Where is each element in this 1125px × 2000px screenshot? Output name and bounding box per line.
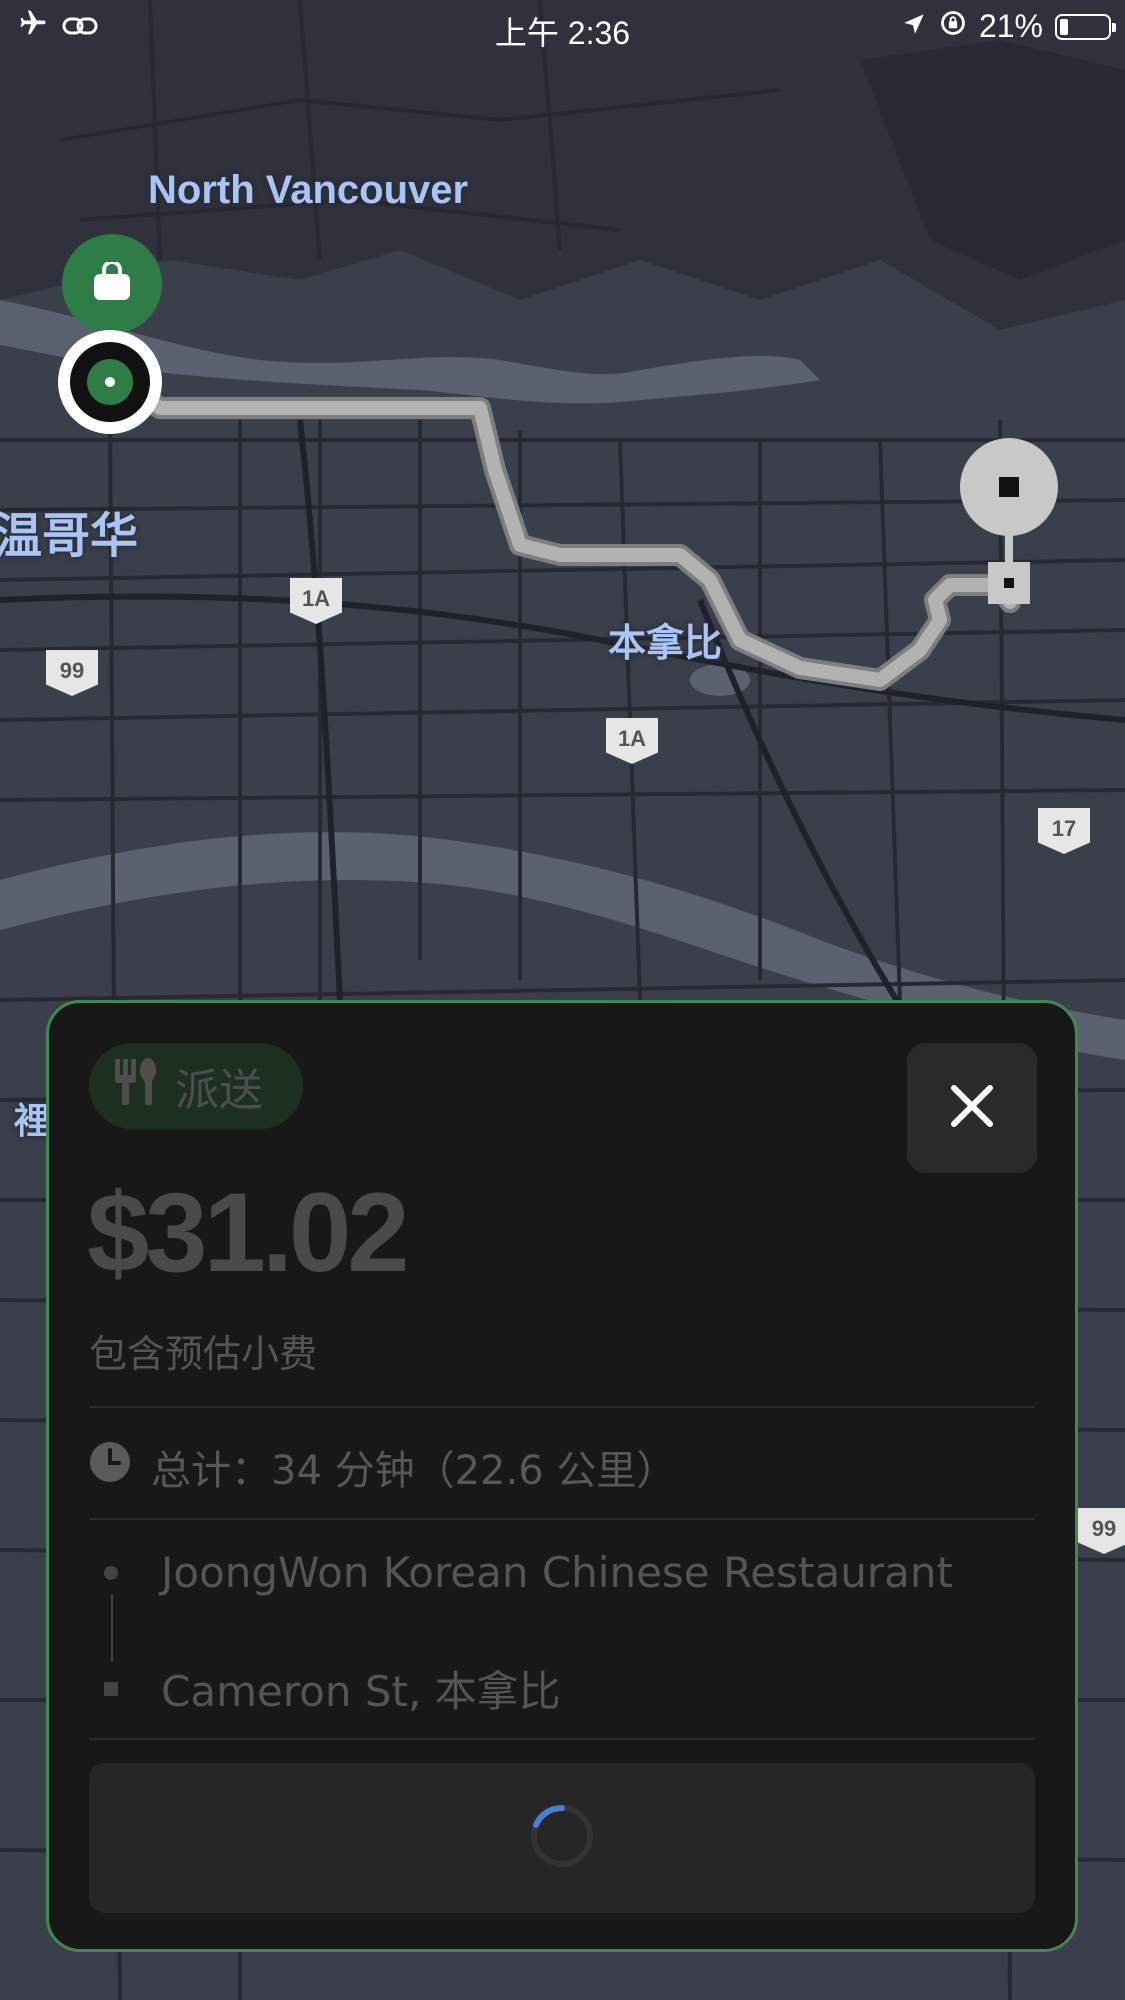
map-label-north-vancouver: North Vancouver (148, 168, 469, 212)
close-icon (949, 1083, 995, 1133)
battery-percent: 21% (978, 8, 1043, 44)
pickup-name: JoongWon Korean Chinese Restaurant (161, 1548, 953, 1597)
map-label-burnaby: 本拿比 (608, 623, 723, 665)
utensils-icon (109, 1055, 161, 1118)
rotation-lock-icon (939, 8, 967, 45)
divider (89, 1518, 1035, 1520)
dropoff-square-icon (104, 1681, 118, 1696)
status-bar: 上午 2:36 21% (0, 0, 1125, 56)
tip-note: 包含预估小费 (89, 1332, 318, 1376)
map-label-edge: 裡 (14, 1100, 51, 1141)
dropoff-marker[interactable] (960, 438, 1060, 608)
delivery-badge: 派送 (89, 1043, 303, 1129)
delivery-badge-label: 派送 (175, 1065, 263, 1116)
dropoff-address: Cameron St, 本拿比 (161, 1667, 561, 1716)
current-location-marker[interactable] (58, 330, 162, 434)
loading-spinner-icon (529, 1803, 595, 1873)
offer-price: $31.02 (87, 1170, 410, 1295)
accept-button[interactable] (89, 1763, 1035, 1913)
dropoff-stop: Cameron St, 本拿比 (89, 1658, 561, 1719)
pickup-stop: JoongWon Korean Chinese Restaurant (89, 1548, 953, 1597)
shopping-bag-icon (91, 260, 133, 306)
map-label-vancouver: 温哥华 (0, 510, 139, 563)
square-stop-icon (999, 477, 1019, 497)
divider (89, 1406, 1035, 1408)
trip-summary-text: 总计：34 分钟（22.6 公里） (151, 1448, 677, 1494)
offer-card[interactable]: 派送 $31.02 包含预估小费 总计：34 分钟（22.6 公里） Joong… (46, 1000, 1078, 1952)
battery-icon (1055, 13, 1116, 40)
location-arrow-icon (901, 8, 927, 45)
pickup-dot-icon (104, 1565, 118, 1580)
pickup-marker[interactable] (62, 234, 162, 370)
trip-summary: 总计：34 分钟（22.6 公里） (89, 1438, 676, 1496)
clock-icon (89, 1441, 131, 1493)
route-connector (111, 1595, 113, 1661)
divider (89, 1738, 1035, 1740)
close-button[interactable] (907, 1043, 1037, 1173)
